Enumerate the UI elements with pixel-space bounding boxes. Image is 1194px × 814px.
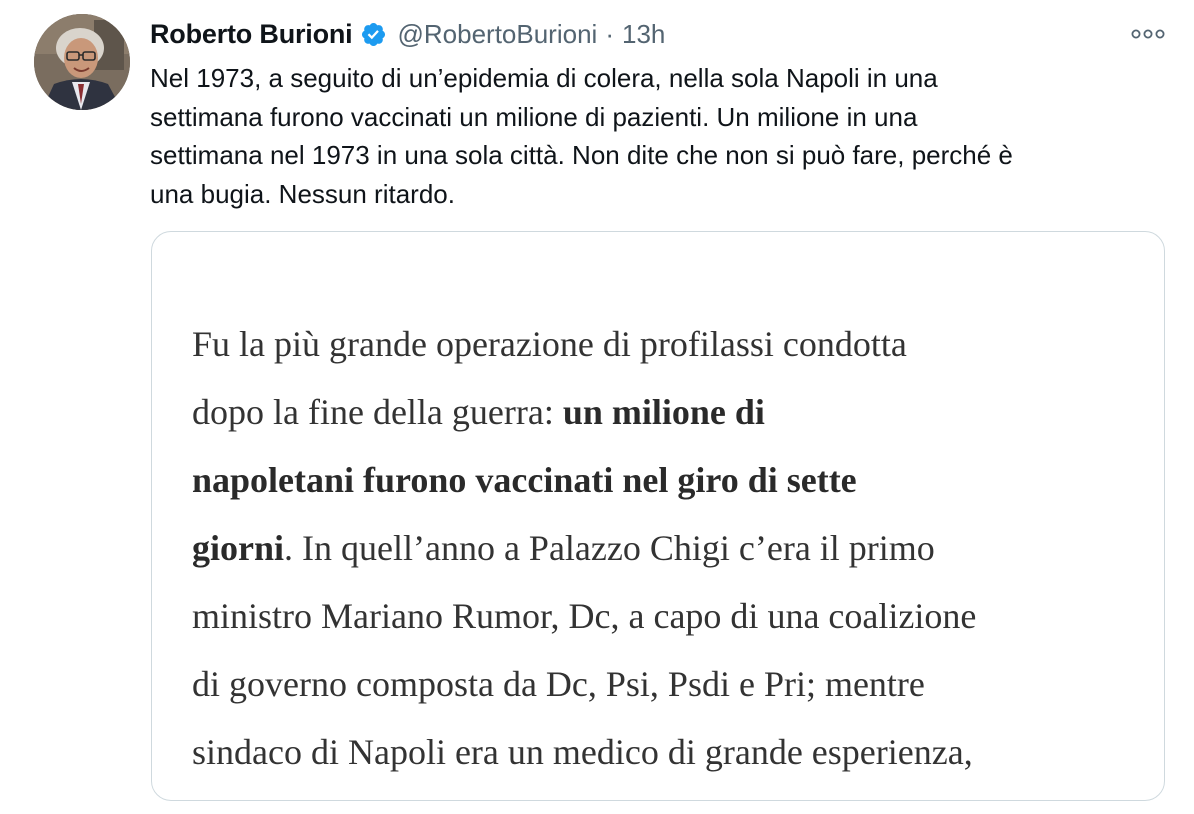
- excerpt-line: di governo composta da Dc, Psi, Psdi e P…: [192, 650, 1152, 718]
- excerpt-text: Fu la più grande operazione di profilass…: [192, 324, 907, 364]
- article-excerpt: Fu la più grande operazione di profilass…: [192, 310, 1152, 786]
- excerpt-bold-text: un milione di: [562, 392, 765, 432]
- tweet[interactable]: Roberto Burioni @RobertoBurioni · 13h Ne…: [0, 0, 1194, 814]
- excerpt-line: Fu la più grande operazione di profilass…: [192, 310, 1152, 378]
- tweet-text-line: una bugia. Nessun ritardo.: [150, 178, 455, 209]
- author-avatar[interactable]: [34, 14, 130, 110]
- excerpt-line: ministro Mariano Rumor, Dc, a capo di un…: [192, 582, 1152, 650]
- excerpt-line: dopo la fine della guerra: un milione di: [192, 378, 1152, 446]
- excerpt-text: sindaco di Napoli era un medico di grand…: [192, 732, 973, 772]
- excerpt-line: sindaco di Napoli era un medico di grand…: [192, 718, 1152, 786]
- excerpt-line: giorni. In quell’anno a Palazzo Chigi c’…: [192, 514, 1152, 582]
- header-separator: ·: [605, 18, 614, 49]
- more-options-icon[interactable]: [1130, 24, 1166, 44]
- tweet-header: Roberto Burioni @RobertoBurioni · 13h: [150, 14, 665, 54]
- excerpt-text: . In quell’anno a Palazzo Chigi c’era il…: [284, 528, 935, 568]
- tweet-text: Nel 1973, a seguito di un’epidemia di co…: [150, 59, 1180, 213]
- author-display-name[interactable]: Roberto Burioni: [150, 19, 353, 50]
- excerpt-bold-text: giorni: [192, 528, 285, 568]
- excerpt-text: di governo composta da Dc, Psi, Psdi e P…: [192, 664, 925, 704]
- excerpt-line: napoletani furono vaccinati nel giro di …: [192, 446, 1152, 514]
- tweet-text-line: settimana nel 1973 in una sola città. No…: [150, 140, 1013, 170]
- author-handle[interactable]: @RobertoBurioni: [397, 19, 597, 50]
- tweet-text-line: Nel 1973, a seguito di un’epidemia di co…: [150, 63, 938, 93]
- excerpt-bold-text: napoletani furono vaccinati nel giro di …: [192, 460, 857, 500]
- excerpt-text: dopo la fine della guerra:: [192, 392, 563, 432]
- verified-badge-icon: [360, 21, 387, 48]
- tweet-timestamp[interactable]: 13h: [622, 19, 665, 50]
- tweet-text-line: settimana furono vaccinati un milione di…: [150, 101, 918, 132]
- excerpt-text: ministro Mariano Rumor, Dc, a capo di un…: [192, 596, 977, 636]
- media-image[interactable]: Fu la più grande operazione di profilass…: [151, 231, 1165, 801]
- avatar-portrait: [34, 14, 130, 110]
